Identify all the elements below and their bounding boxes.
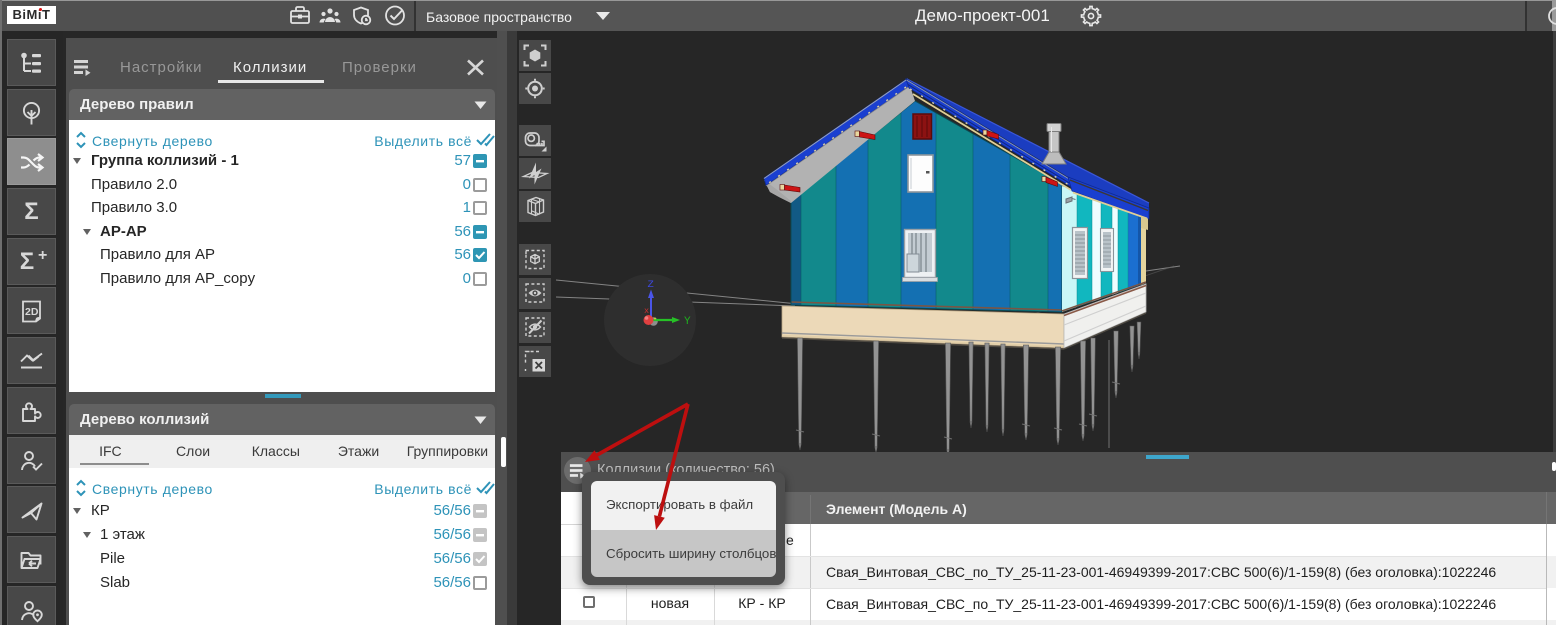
svg-text:2D: 2D <box>25 306 39 318</box>
